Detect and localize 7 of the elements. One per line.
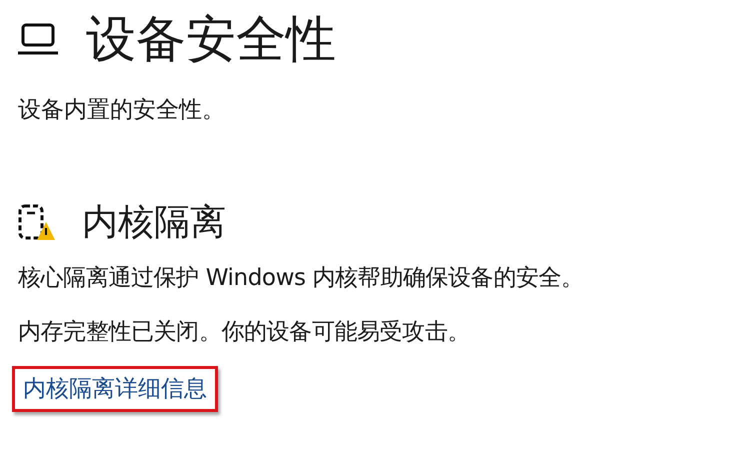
page-subtitle: 设备内置的安全性。 xyxy=(18,96,226,125)
page-title: 设备安全性 xyxy=(86,9,336,70)
description-text: 内存完整性已关闭。你的设备可能易受攻击。 xyxy=(18,318,472,347)
section-title: 内核隔离 xyxy=(82,201,226,245)
laptop-icon xyxy=(16,22,60,56)
details-link[interactable]: 内核隔离详细信息 xyxy=(12,366,218,412)
description-text: 核心隔离通过保护 Windows 内核帮助确保设备的安全。 xyxy=(18,264,585,293)
